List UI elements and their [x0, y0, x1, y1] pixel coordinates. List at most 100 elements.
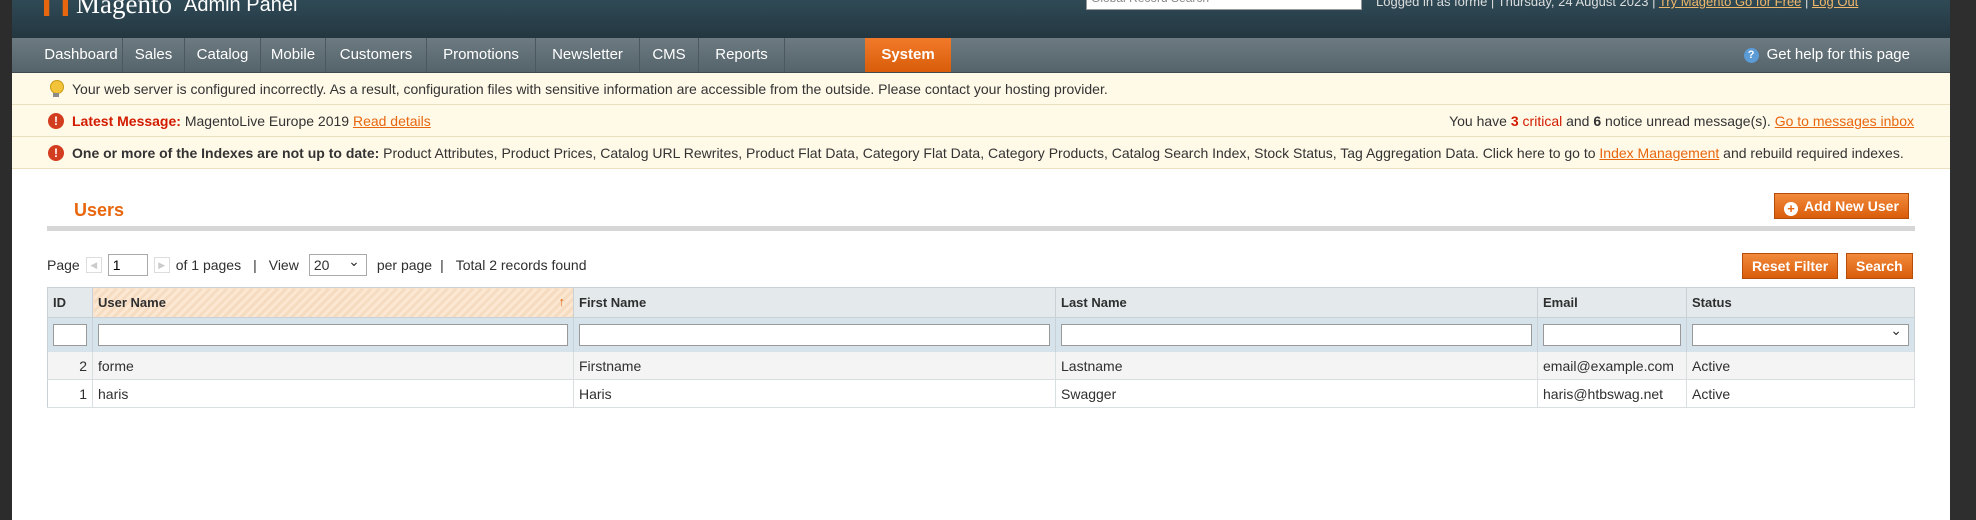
cell-firstname: Haris [573, 379, 1056, 408]
nav-mobile[interactable]: Mobile [261, 38, 326, 72]
table-row[interactable]: 1 haris Haris Swagger haris@htbswag.net … [47, 379, 1915, 408]
per-page-select[interactable]: 20 [308, 251, 367, 276]
latest-message-notice: ! Latest Message: MagentoLive Europe 201… [12, 105, 1950, 137]
nav-newsletter[interactable]: Newsletter [536, 38, 640, 72]
messages-inbox-link[interactable]: Go to messages inbox [1775, 113, 1914, 129]
filter-id-input[interactable] [53, 324, 87, 346]
grid-filter-row [47, 317, 1915, 352]
inbox-mid: and [1566, 112, 1590, 129]
sort-asc-icon: ↑ [558, 294, 566, 309]
pager-separator: | [253, 257, 257, 273]
filter-lastname-input[interactable] [1061, 324, 1532, 346]
index-notice-text: Product Attributes, Product Prices, Cata… [383, 144, 1596, 161]
inbox-post: notice unread message(s). [1605, 112, 1771, 129]
main-nav: Dashboard Sales Catalog Mobile Customers… [12, 38, 1950, 73]
inbox-summary: You have 3 critical and 6 notice unread … [1449, 113, 1914, 129]
add-new-user-button[interactable]: + Add New User [1774, 193, 1909, 219]
filter-email-input[interactable] [1543, 324, 1681, 346]
critical-count: 3 [1510, 112, 1519, 129]
filter-cell [92, 317, 574, 352]
users-grid: ID User Name ↑ First Name Last Name Email… [47, 287, 1915, 408]
column-header-lastname[interactable]: Last Name [1055, 287, 1538, 318]
try-magento-link[interactable]: Try Magento Go for Free [1659, 0, 1802, 9]
reset-filter-button[interactable]: Reset Filter [1742, 253, 1839, 279]
search-button[interactable]: Search [1846, 253, 1913, 279]
cell-username: haris [92, 379, 574, 408]
cell-status: Active [1686, 352, 1915, 380]
help-link[interactable]: ? Get help for this page [1743, 38, 1910, 72]
help-label: Get help for this page [1766, 46, 1910, 63]
logo-text: Magento [76, 0, 172, 19]
admin-window: Magento Admin Panel Global Record Search… [12, 0, 1950, 520]
global-search-input[interactable]: Global Record Search [1086, 0, 1362, 10]
cell-lastname: Lastname [1055, 352, 1538, 380]
inbox-pre: You have [1449, 112, 1507, 129]
header-bar: Magento Admin Panel Global Record Search… [12, 0, 1950, 38]
title-divider [47, 226, 1915, 231]
nav-promotions[interactable]: Promotions [427, 38, 536, 72]
logo[interactable]: Magento Admin Panel [44, 0, 298, 19]
column-header-email[interactable]: Email [1537, 287, 1687, 318]
cell-firstname: Firstname [573, 352, 1056, 380]
header-user-info: Logged in as forme | Thursday, 24 August… [1376, 0, 1858, 9]
filter-cell [1686, 317, 1915, 352]
magento-logo-icon [44, 0, 68, 16]
page-number-input[interactable] [107, 254, 148, 276]
index-management-link[interactable]: Index Management [1599, 145, 1719, 161]
next-page-icon[interactable]: ▶ [153, 257, 170, 273]
latest-message-text: MagentoLive Europe 2019 [184, 112, 350, 129]
add-new-user-label: Add New User [1804, 198, 1899, 214]
per-page-label: per page [376, 257, 433, 273]
cell-id: 1 [47, 379, 93, 408]
column-header-id[interactable]: ID [47, 287, 93, 318]
header-info-text: Logged in as forme | Thursday, 24 August… [1376, 0, 1659, 9]
column-header-status[interactable]: Status [1686, 287, 1915, 318]
notice-count: 6 [1593, 112, 1602, 129]
logout-link[interactable]: Log Out [1812, 0, 1858, 9]
index-notice-post: and rebuild required indexes. [1723, 144, 1904, 161]
filter-username-input[interactable] [98, 324, 568, 346]
nav-cms[interactable]: CMS [640, 38, 699, 72]
filter-cell [573, 317, 1056, 352]
plus-icon: + [1784, 202, 1798, 216]
column-header-firstname[interactable]: First Name [573, 287, 1056, 318]
critical-word: critical [1522, 112, 1563, 129]
nav-dashboard[interactable]: Dashboard [40, 38, 123, 72]
page-label: Page [47, 257, 80, 273]
read-details-link[interactable]: Read details [353, 113, 431, 129]
alert-icon: ! [48, 112, 64, 129]
filter-cell [47, 317, 93, 352]
nav-catalog[interactable]: Catalog [185, 38, 261, 72]
nav-system[interactable]: System [865, 38, 951, 72]
page-title: Users [74, 200, 125, 220]
nav-reports[interactable]: Reports [699, 38, 785, 72]
of-pages-label: of 1 pages [175, 257, 242, 273]
index-notice-label: One or more of the Indexes are not up to… [72, 144, 380, 161]
background-right [1950, 0, 1976, 520]
filter-cell [1055, 317, 1538, 352]
grid-header-row: ID User Name ↑ First Name Last Name Email… [47, 287, 1915, 318]
nav-customers[interactable]: Customers [326, 38, 427, 72]
cell-lastname: Swagger [1055, 379, 1538, 408]
header-info-separator: | [1801, 0, 1813, 9]
table-row[interactable]: 2 forme Firstname Lastname email@example… [47, 352, 1915, 380]
prev-page-icon[interactable]: ◀ [85, 257, 102, 273]
pager-separator: | [440, 257, 444, 273]
cell-status: Active [1686, 379, 1915, 408]
cell-id: 2 [47, 352, 93, 380]
filter-firstname-input[interactable] [579, 324, 1050, 346]
lightbulb-icon [48, 79, 64, 98]
column-header-username[interactable]: User Name ↑ [92, 287, 574, 318]
pager: Page ◀ ▶ of 1 pages | View 20 per page |… [47, 251, 587, 276]
cell-username: forme [92, 352, 574, 380]
help-icon: ? [1743, 47, 1759, 63]
background-left [0, 0, 12, 520]
view-label: View [268, 257, 299, 273]
index-notice: ! One or more of the Indexes are not up … [12, 137, 1950, 169]
cell-email: haris@htbswag.net [1537, 379, 1687, 408]
logo-subtitle: Admin Panel [183, 0, 298, 16]
alert-icon: ! [48, 144, 64, 161]
latest-message-label: Latest Message: [72, 112, 181, 129]
nav-sales[interactable]: Sales [123, 38, 185, 72]
filter-status-select[interactable] [1692, 322, 1909, 346]
